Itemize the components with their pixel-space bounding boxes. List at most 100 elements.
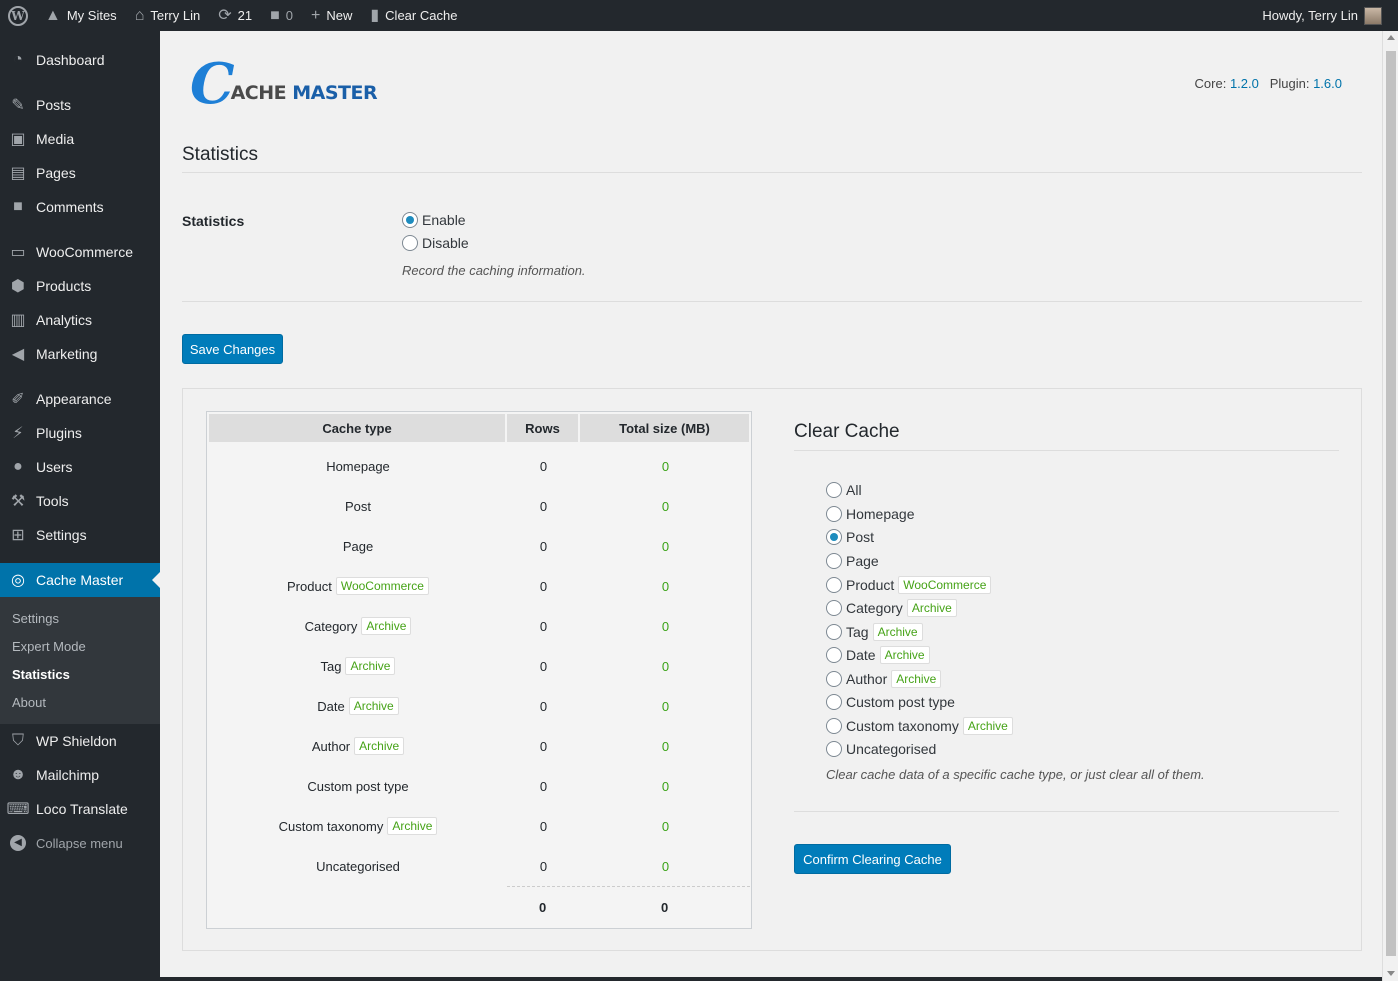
menu-marketing[interactable]: ◀ Marketing — [0, 337, 160, 371]
menu-products[interactable]: ⬢ Products — [0, 269, 160, 303]
site-name-label: Terry Lin — [150, 8, 201, 23]
clear-cache-option-category[interactable]: Category Archive — [826, 599, 957, 617]
menu-dashboard[interactable]: ◔ Dashboard — [0, 43, 160, 77]
clear-cache-option-custom-taxonomy[interactable]: Custom taxonomy Archive — [826, 717, 1013, 735]
radio-unchecked[interactable] — [402, 235, 418, 251]
radio-button[interactable] — [826, 600, 842, 616]
clear-cache-option-custom-post-type[interactable]: Custom post type — [826, 694, 955, 710]
menu-label: Mailchimp — [36, 767, 100, 783]
cache-type-label: Custom post type — [307, 778, 409, 794]
divider — [182, 172, 1362, 173]
confirm-clearing-cache-button[interactable]: Confirm Clearing Cache — [794, 844, 951, 874]
menu-loco-translate[interactable]: ⌨ Loco Translate — [0, 792, 160, 826]
menu-label: WP Shieldon — [36, 733, 117, 749]
menu-users[interactable]: ● Users — [0, 450, 160, 484]
cell-rows: 0 — [539, 778, 548, 794]
clear-cache-menu[interactable]: ▮ Clear Cache — [361, 0, 466, 31]
submenu-statistics[interactable]: Statistics — [12, 667, 70, 682]
new-content-menu[interactable]: + New — [302, 0, 361, 31]
table-row: Post 0 0 — [209, 486, 751, 526]
save-changes-button[interactable]: Save Changes — [182, 334, 283, 364]
wordpress-logo-button[interactable]: W — [0, 0, 36, 31]
account-menu[interactable]: Howdy, Terry Lin — [1262, 6, 1398, 25]
radio-button[interactable] — [826, 647, 842, 663]
menu-comments[interactable]: ■ Comments — [0, 190, 160, 224]
scroll-down-icon[interactable] — [1387, 971, 1395, 976]
menu-tools[interactable]: ⚒ Tools — [0, 484, 160, 518]
logo-master: MASTER — [292, 82, 378, 104]
cell-cache-type: Author Archive — [209, 737, 507, 755]
cell-size: 0 — [661, 578, 670, 594]
plugin-version[interactable]: 1.6.0 — [1313, 76, 1342, 91]
clear-cache-option-author[interactable]: Author Archive — [826, 670, 942, 688]
cell-cache-type: Category Archive — [209, 617, 507, 635]
menu-analytics[interactable]: ▥ Analytics — [0, 303, 160, 337]
collapse-menu-button[interactable]: ◀ Collapse menu — [0, 826, 160, 860]
menu-mailchimp[interactable]: ☻ Mailchimp — [0, 758, 160, 792]
menu-woocommerce[interactable]: ▭ WooCommerce — [0, 235, 160, 269]
bottom-bar — [160, 977, 1382, 981]
mailchimp-icon: ☻ — [9, 766, 27, 783]
core-version[interactable]: 1.2.0 — [1230, 76, 1259, 91]
cache-type-label: Custom taxonomy — [278, 818, 384, 834]
radio-button[interactable] — [826, 624, 842, 640]
cache-master-icon: ◎ — [11, 572, 25, 589]
submenu-about[interactable]: About — [12, 695, 46, 710]
menu-wp-shieldon[interactable]: ⛉ WP Shieldon — [0, 724, 160, 758]
option-label: Tag — [846, 624, 869, 640]
new-label: New — [326, 8, 353, 23]
settings-icon: ⊞ — [11, 527, 25, 544]
disable-label: Disable — [422, 235, 469, 251]
menu-pages[interactable]: ▤ Pages — [0, 156, 160, 190]
divider — [794, 811, 1339, 812]
clear-cache-option-post[interactable]: Post — [826, 529, 874, 545]
disable-radio[interactable]: Disable — [402, 235, 469, 251]
menu-label: WooCommerce — [36, 244, 133, 260]
option-label: Custom taxonomy — [846, 718, 959, 734]
radio-button[interactable] — [826, 529, 842, 545]
menu-settings[interactable]: ⊞ Settings — [0, 518, 160, 552]
clear-cache-option-date[interactable]: Date Archive — [826, 646, 930, 664]
menu-label: Cache Master — [36, 572, 124, 588]
comments-menu[interactable]: ■ 0 — [261, 0, 302, 31]
updates-menu[interactable]: ⟳ 21 — [209, 0, 261, 31]
clear-cache-option-page[interactable]: Page — [826, 553, 879, 569]
page-scrollbar[interactable] — [1382, 31, 1398, 981]
radio-button[interactable] — [826, 577, 842, 593]
radio-button[interactable] — [826, 671, 842, 687]
radio-button[interactable] — [826, 482, 842, 498]
menu-plugins[interactable]: ⚡ Plugins — [0, 416, 160, 450]
radio-button[interactable] — [826, 741, 842, 757]
menu-cache-master[interactable]: ◎ Cache Master — [0, 563, 160, 597]
option-label: Date — [846, 647, 876, 663]
scroll-up-icon[interactable] — [1387, 35, 1395, 40]
option-label: Custom post type — [846, 694, 955, 710]
submenu-settings[interactable]: Settings — [12, 611, 59, 626]
clear-cache-option-product[interactable]: Product WooCommerce — [826, 576, 992, 594]
radio-checked[interactable] — [402, 212, 418, 228]
radio-button[interactable] — [826, 553, 842, 569]
menu-appearance[interactable]: ✐ Appearance — [0, 382, 160, 416]
radio-button[interactable] — [826, 506, 842, 522]
radio-button[interactable] — [826, 718, 842, 734]
enable-radio[interactable]: Enable — [402, 212, 466, 228]
clear-cache-option-all[interactable]: All — [826, 482, 862, 498]
cell-rows: 0 — [539, 618, 548, 634]
submenu-expert-mode[interactable]: Expert Mode — [12, 639, 86, 654]
menu-label: Settings — [36, 527, 87, 543]
table-row: Custom post type 0 0 — [209, 766, 751, 806]
scroll-thumb[interactable] — [1386, 51, 1396, 956]
table-row: Date Archive 0 0 — [209, 686, 751, 726]
clear-cache-option-uncategorised[interactable]: Uncategorised — [826, 741, 936, 757]
cell-cache-type: Page — [209, 539, 507, 554]
cell-rows: 0 — [539, 858, 548, 874]
clear-cache-option-tag[interactable]: Tag Archive — [826, 623, 923, 641]
menu-posts[interactable]: ✎ Posts — [0, 88, 160, 122]
radio-button[interactable] — [826, 694, 842, 710]
site-name-menu[interactable]: ⌂ Terry Lin — [126, 0, 210, 31]
clear-cache-option-homepage[interactable]: Homepage — [826, 506, 915, 522]
menu-media[interactable]: ▣ Media — [0, 122, 160, 156]
my-sites-menu[interactable]: ▲ My Sites — [36, 0, 126, 31]
clear-cache-label: Clear Cache — [385, 8, 458, 23]
shield-icon: ⛉ — [11, 732, 24, 749]
